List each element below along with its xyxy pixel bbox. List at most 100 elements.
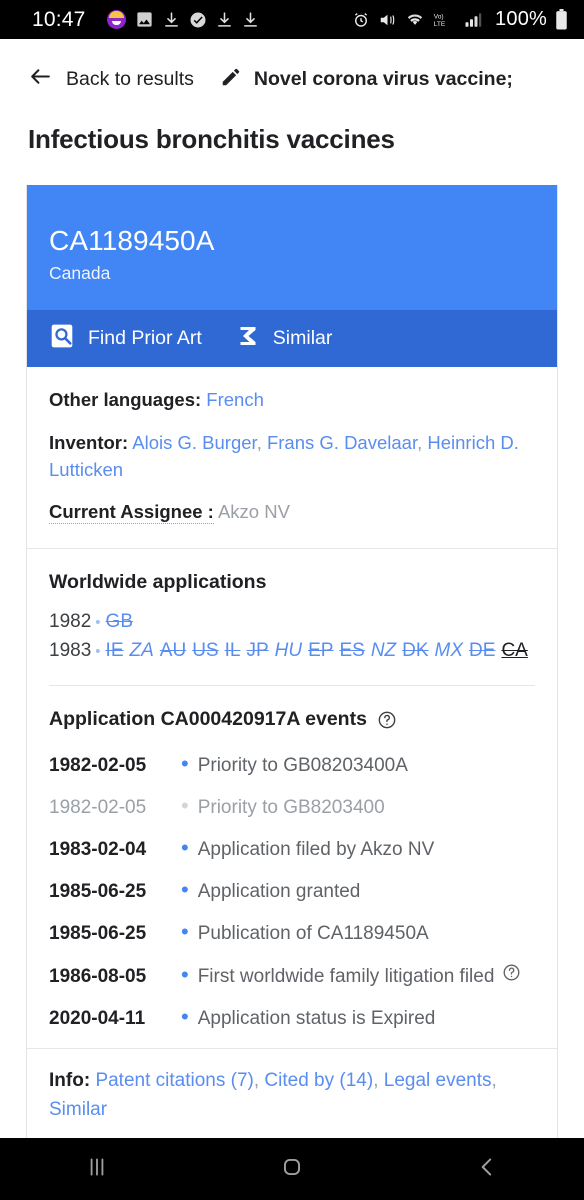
event-text: Priority to GB08203400A bbox=[197, 755, 408, 777]
worldwide-applications-section: Worldwide applications 1982 • GB 1983 • IE ZA… bbox=[27, 549, 557, 685]
battery-percent-label: 100% bbox=[495, 8, 547, 30]
download-icon bbox=[216, 11, 233, 28]
application-events-section: Application CA000420917A events 1982-02-… bbox=[27, 686, 557, 1048]
svg-text:Vo): Vo) bbox=[434, 13, 444, 20]
current-assignee-value: Akzo NV bbox=[217, 501, 290, 523]
other-languages-link[interactable]: French bbox=[206, 389, 264, 410]
worldwide-year: 1982 bbox=[49, 611, 92, 633]
event-row: 1986-08-05 • First worldwide family liti… bbox=[49, 963, 535, 988]
inventor-link[interactable]: Frans G. Davelaar bbox=[267, 432, 417, 453]
back-to-results-button[interactable]: Back to results bbox=[28, 64, 194, 94]
mute-vibrate-icon bbox=[378, 11, 397, 29]
country-code-au[interactable]: AU bbox=[160, 640, 186, 661]
event-text: First worldwide family litigation filed bbox=[197, 966, 495, 988]
battery-icon bbox=[555, 9, 568, 30]
patent-meta-section: Other languages: French Inventor: Alois … bbox=[27, 367, 557, 548]
cited-by-link[interactable]: Cited by (14) bbox=[264, 1070, 373, 1091]
bullet-dot: • bbox=[181, 835, 189, 861]
check-circle-icon bbox=[189, 11, 207, 29]
nav-back-icon bbox=[474, 1154, 500, 1185]
status-bar-left: 10:47 bbox=[16, 8, 352, 32]
country-code-il[interactable]: IL bbox=[225, 640, 241, 661]
event-text: Priority to GB8203400 bbox=[197, 797, 385, 819]
recents-button[interactable] bbox=[52, 1138, 142, 1200]
other-languages-label: Other languages: bbox=[49, 389, 202, 410]
help-circle-icon[interactable] bbox=[502, 963, 521, 982]
nav-back-button[interactable] bbox=[442, 1138, 532, 1200]
current-assignee-row: Current Assignee : Akzo NV bbox=[49, 499, 535, 526]
country-code-gb[interactable]: GB bbox=[106, 611, 133, 632]
patent-action-bar: Find Prior Art Similar bbox=[27, 310, 557, 367]
status-clock: 10:47 bbox=[32, 7, 86, 31]
bullet-dot: • bbox=[181, 877, 189, 903]
top-navigation-bar: Back to results Novel corona virus vacci… bbox=[0, 50, 584, 108]
signal-bars-icon bbox=[463, 11, 483, 29]
event-date: 1982-02-05 bbox=[49, 755, 147, 777]
event-text: Application status is Expired bbox=[197, 1008, 436, 1030]
worldwide-year: 1983 bbox=[49, 639, 92, 661]
alarm-icon bbox=[352, 11, 370, 29]
country-code-ie[interactable]: IE bbox=[106, 640, 124, 661]
download-icon bbox=[242, 11, 259, 28]
country-code-ca[interactable]: CA bbox=[501, 640, 527, 661]
bullet-dot: • bbox=[181, 1004, 189, 1030]
country-code-za[interactable]: ZA bbox=[130, 640, 154, 661]
recents-icon bbox=[84, 1154, 110, 1185]
event-row: 1983-02-04 • Application filed by Akzo N… bbox=[49, 837, 535, 861]
worldwide-group: 1983 • IE ZA AU US IL JP HU EP ES NZ DK MX DE CA bbox=[49, 640, 534, 661]
inventor-link[interactable]: Alois G. Burger bbox=[132, 432, 256, 453]
bullet-dot: • bbox=[181, 962, 189, 988]
back-to-results-label: Back to results bbox=[66, 67, 194, 90]
svg-text:LTE: LTE bbox=[434, 20, 446, 27]
country-code-us[interactable]: US bbox=[192, 640, 218, 661]
event-row: 2020-04-11 • Application status is Expir… bbox=[49, 1006, 535, 1030]
wifi-icon bbox=[405, 11, 425, 29]
country-code-ep[interactable]: EP bbox=[308, 640, 333, 661]
country-code-mx[interactable]: MX bbox=[435, 640, 464, 661]
home-icon bbox=[279, 1154, 305, 1185]
sigma-icon bbox=[236, 324, 260, 353]
find-prior-art-button[interactable]: Find Prior Art bbox=[49, 323, 202, 354]
search-query-edit-button[interactable]: Novel corona virus vaccine; bbox=[220, 66, 513, 93]
inventor-row: Inventor: Alois G. Burger, Frans G. Dave… bbox=[49, 431, 519, 480]
event-text: Application filed by Akzo NV bbox=[197, 839, 435, 861]
event-row: 1982-02-05 • Priority to GB8203400 bbox=[49, 795, 535, 819]
event-date: 1986-08-05 bbox=[49, 966, 147, 988]
country-code-dk[interactable]: DK bbox=[402, 640, 428, 661]
country-code-es[interactable]: ES bbox=[339, 640, 364, 661]
emoji-avatar-icon bbox=[106, 10, 126, 29]
country-code-de[interactable]: DE bbox=[469, 640, 495, 661]
country-code-jp[interactable]: JP bbox=[246, 640, 268, 661]
current-assignee-label: Current Assignee : bbox=[49, 501, 214, 525]
home-button[interactable] bbox=[247, 1138, 337, 1200]
application-events-title-text: Application CA000420917A events bbox=[49, 708, 367, 731]
photo-icon bbox=[135, 10, 154, 29]
similar-button[interactable]: Similar bbox=[236, 324, 332, 353]
similar-documents-link[interactable]: Similar bbox=[49, 1099, 107, 1120]
country-code-nz[interactable]: NZ bbox=[371, 640, 396, 661]
legal-events-link[interactable]: Legal events bbox=[384, 1070, 492, 1091]
patent-card: CA1189450A Canada Find Prior Art Similar… bbox=[26, 185, 558, 1150]
event-row: 1985-06-25 • Application granted bbox=[49, 879, 535, 903]
event-text: Publication of CA1189450A bbox=[197, 923, 429, 945]
status-bar: 10:47 Vo) LTE 100% bbox=[0, 0, 584, 39]
page-title: Infectious bronchitis vaccines bbox=[28, 124, 395, 154]
event-date: 1985-06-25 bbox=[49, 881, 147, 903]
status-bar-right: Vo) LTE 100% bbox=[352, 8, 568, 31]
prior-art-search-icon bbox=[49, 323, 75, 354]
bullet-dot: • bbox=[181, 919, 189, 945]
event-row: 1985-06-25 • Publication of CA1189450A bbox=[49, 921, 535, 945]
other-languages-row: Other languages: French bbox=[49, 387, 535, 414]
patent-citations-link[interactable]: Patent citations (7) bbox=[95, 1070, 253, 1091]
event-text: Application granted bbox=[197, 881, 361, 903]
inventor-label: Inventor: bbox=[49, 431, 129, 453]
event-date: 1983-02-04 bbox=[49, 839, 147, 861]
event-row: 1982-02-05 • Priority to GB08203400A bbox=[49, 753, 535, 777]
info-label: Info: bbox=[49, 1070, 91, 1092]
bullet-dot: • bbox=[95, 642, 101, 660]
pencil-icon bbox=[220, 66, 242, 93]
patent-number: CA1189450A bbox=[49, 225, 215, 256]
bullet-dot: • bbox=[181, 793, 189, 819]
country-code-hu[interactable]: HU bbox=[275, 640, 302, 661]
help-circle-icon[interactable] bbox=[377, 710, 397, 730]
